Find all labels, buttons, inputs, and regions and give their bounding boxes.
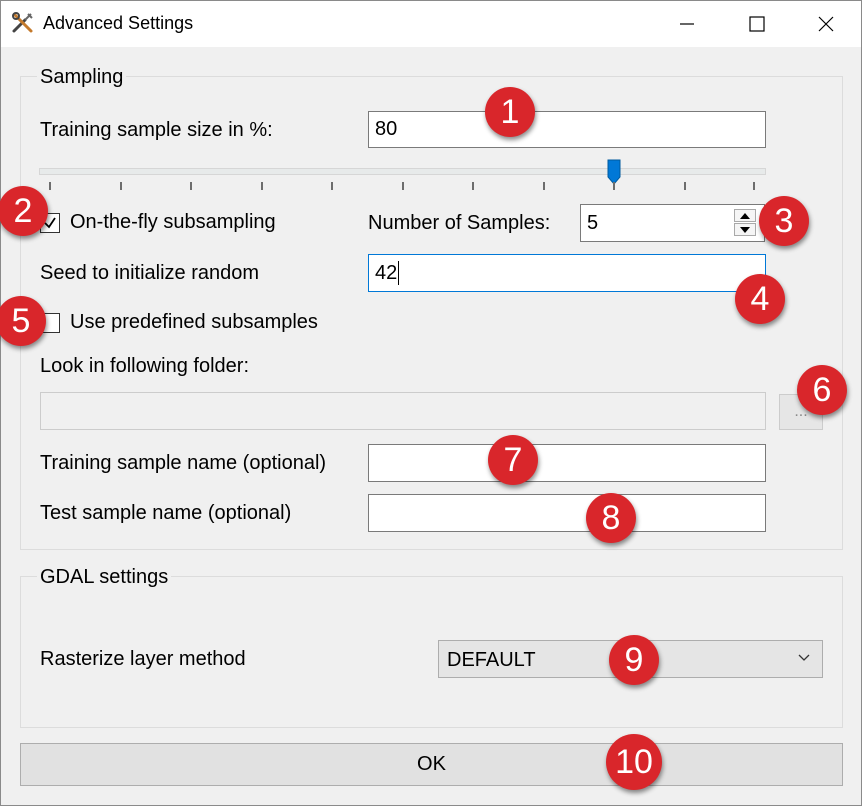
slider-tick <box>613 182 615 190</box>
text-caret <box>398 261 400 285</box>
slider-tick <box>684 182 686 190</box>
title-bar: Advanced Settings <box>1 1 861 47</box>
chevron-down-icon <box>798 654 810 661</box>
slider-tick <box>49 182 51 190</box>
close-button[interactable] <box>791 1 861 47</box>
chevron-up-icon <box>740 212 750 219</box>
slider-tick <box>331 182 333 190</box>
maximize-icon <box>749 16 765 32</box>
slider-tick <box>120 182 122 190</box>
annotation-badge-10: 10 <box>606 734 662 790</box>
annotation-badge-1: 1 <box>485 87 535 137</box>
annotation-badge-4: 4 <box>735 274 785 324</box>
annotation-badge-2: 2 <box>0 186 48 236</box>
gdal-group-title: GDAL settings <box>37 566 172 589</box>
ok-button[interactable]: OK <box>20 743 843 786</box>
num-samples-label: Number of Samples: <box>368 212 551 234</box>
training-name-label: Training sample name (optional) <box>40 452 327 474</box>
test-name-label: Test sample name (optional) <box>40 502 292 524</box>
training-name-input[interactable] <box>368 444 766 482</box>
close-icon <box>818 16 834 32</box>
chevron-down-icon <box>740 226 750 233</box>
slider-tick <box>402 182 404 190</box>
spin-down-button[interactable] <box>734 223 756 236</box>
predefined-label: Use predefined subsamples <box>70 311 318 333</box>
annotation-badge-3: 3 <box>759 196 809 246</box>
slider-tick <box>753 182 755 190</box>
training-size-input[interactable]: 80 <box>368 111 766 148</box>
minimize-button[interactable] <box>652 1 722 47</box>
minimize-icon <box>680 23 694 25</box>
onthefly-label: On-the-fly subsampling <box>70 211 276 233</box>
seed-label: Seed to initialize random <box>40 262 260 284</box>
annotation-badge-6: 6 <box>797 365 847 415</box>
tools-icon <box>11 11 35 35</box>
slider-tick <box>543 182 545 190</box>
slider-tick <box>472 182 474 190</box>
rasterize-label: Rasterize layer method <box>40 648 246 670</box>
folder-label: Look in following folder: <box>40 355 250 377</box>
test-name-input[interactable] <box>368 494 766 532</box>
annotation-badge-7: 7 <box>488 435 538 485</box>
window-title: Advanced Settings <box>43 13 194 33</box>
training-size-slider[interactable] <box>39 168 766 175</box>
spin-up-button[interactable] <box>734 209 756 222</box>
annotation-badge-8: 8 <box>586 493 636 543</box>
slider-tick <box>190 182 192 190</box>
training-size-label: Training sample size in %: <box>40 119 273 141</box>
maximize-button[interactable] <box>722 1 792 47</box>
advanced-settings-window: Advanced Settings Sampling Training samp… <box>0 0 862 806</box>
slider-tick <box>261 182 263 190</box>
annotation-badge-9: 9 <box>609 635 659 685</box>
num-samples-spinbox[interactable]: 5 <box>580 204 765 242</box>
seed-input[interactable]: 42 <box>368 254 766 292</box>
folder-input[interactable] <box>40 392 766 430</box>
sampling-group-title: Sampling <box>37 66 127 89</box>
